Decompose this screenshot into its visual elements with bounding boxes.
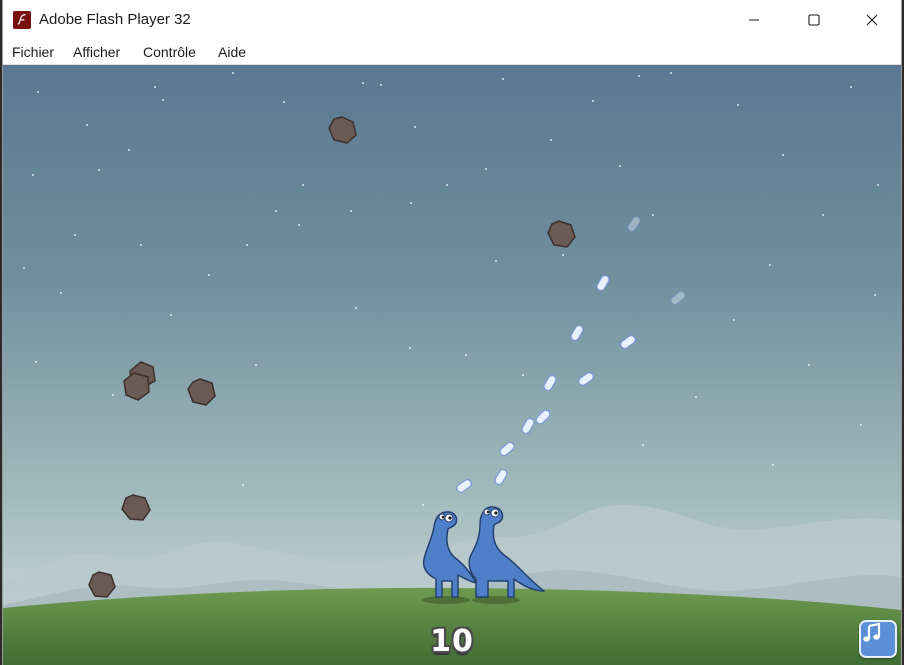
- music-toggle-button[interactable]: [859, 620, 897, 658]
- menu-fichier[interactable]: Fichier: [12, 44, 54, 60]
- menu-controle[interactable]: Contrôle: [143, 44, 196, 60]
- score-counter: 10: [430, 624, 474, 659]
- rock: [187, 378, 216, 406]
- game-stage[interactable]: 10: [3, 65, 901, 665]
- rock: [328, 116, 357, 144]
- close-icon: [866, 14, 878, 26]
- maximize-icon: [808, 14, 820, 26]
- music-note-icon: [863, 622, 881, 642]
- game-scene: [3, 65, 901, 665]
- menu-aide[interactable]: Aide: [218, 44, 246, 60]
- minimize-icon: [749, 19, 759, 21]
- menu-bar: Fichier Afficher Contrôle Aide: [3, 40, 901, 65]
- title-bar: Adobe Flash Player 32: [3, 0, 901, 40]
- menu-afficher[interactable]: Afficher: [73, 44, 120, 60]
- maximize-button[interactable]: [785, 0, 843, 40]
- window-title: Adobe Flash Player 32: [39, 11, 191, 28]
- minimize-button[interactable]: [725, 0, 783, 40]
- flash-player-window: Adobe Flash Player 32 Fichier Afficher C…: [3, 0, 901, 665]
- close-button[interactable]: [843, 0, 901, 40]
- flash-player-icon: [13, 11, 31, 29]
